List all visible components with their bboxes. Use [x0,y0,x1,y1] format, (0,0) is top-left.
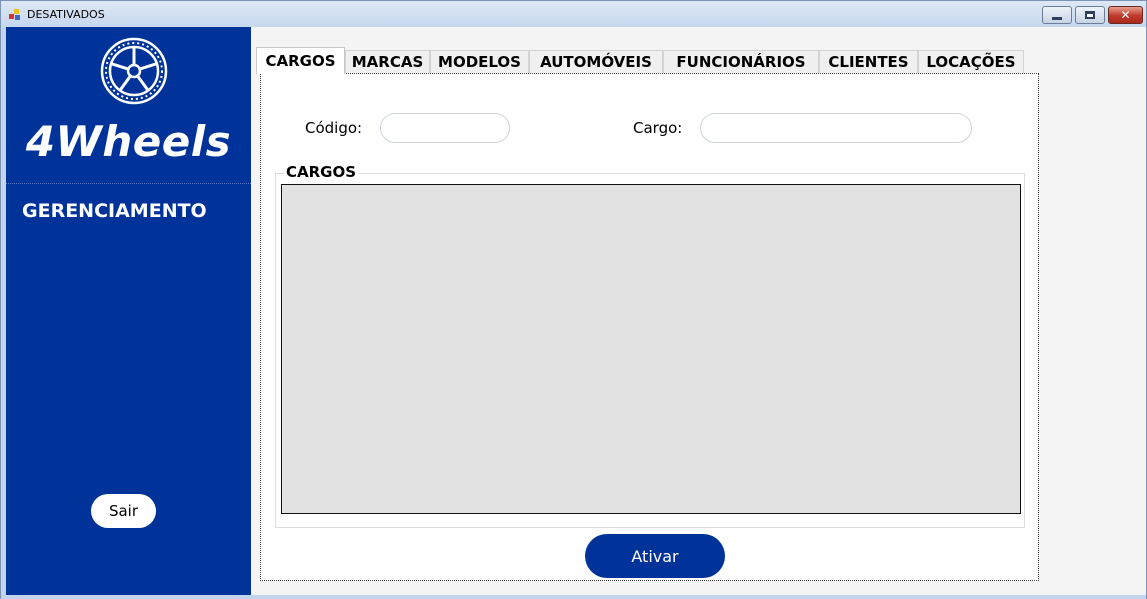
main-content: CARGOS MARCAS MODELOS AUTOMÓVEIS FUNCION… [251,27,1146,595]
close-button[interactable]: ✕ [1108,6,1143,24]
codigo-label: Código: [305,119,363,137]
brand-name: 4Wheels [25,117,232,166]
tab-cargos[interactable]: CARGOS [256,47,345,74]
tab-automoveis[interactable]: AUTOMÓVEIS [529,50,663,73]
exit-button[interactable]: Sair [91,494,156,528]
activate-button[interactable]: Ativar [585,534,725,578]
cargos-data-grid[interactable] [281,184,1021,514]
cargo-field[interactable] [700,113,972,143]
car-wheel-icon [100,37,168,105]
app-window: DESATIVADOS ✕ 4Wheels GERENCIAMENTO Sair… [0,0,1147,599]
maximize-button[interactable] [1075,6,1105,24]
close-icon: ✕ [1120,8,1131,22]
tab-locacoes[interactable]: LOCAÇÕES [918,50,1024,73]
codigo-field[interactable] [380,113,510,143]
sidebar-divider [6,183,251,184]
cargos-groupbox: CARGOS [275,163,1025,528]
minimize-button[interactable] [1042,6,1072,24]
tab-modelos[interactable]: MODELOS [430,50,529,73]
tab-clientes[interactable]: CLIENTES [819,50,918,73]
tab-marcas[interactable]: MARCAS [345,50,430,73]
tab-funcionarios[interactable]: FUNCIONÁRIOS [663,50,819,73]
window-title: DESATIVADOS [27,8,105,21]
groupbox-title: CARGOS [284,163,359,181]
minimize-icon [1043,7,1071,23]
app-icon [9,9,21,20]
window-bottom-border [1,595,1146,599]
section-title: GERENCIAMENTO [22,200,207,222]
cargo-label: Cargo: [633,119,683,137]
maximize-icon [1076,7,1104,23]
title-bar: DESATIVADOS ✕ [1,1,1146,27]
tab-page-cargos: Código: Cargo: CARGOS Ativar [260,73,1039,581]
sidebar: 4Wheels GERENCIAMENTO Sair [6,27,251,595]
